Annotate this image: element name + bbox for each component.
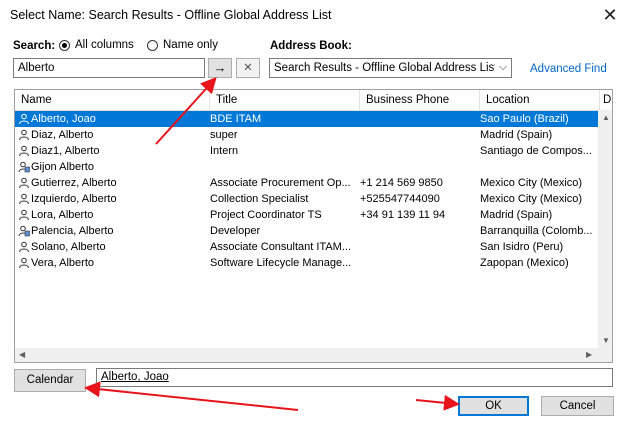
table-row[interactable]: Lora, Alberto Project Coordinator TS +34 9… — [15, 207, 598, 223]
table-row[interactable]: Vera, Alberto Software Lifecycle Manage..… — [15, 255, 598, 271]
table-row[interactable]: Diaz, Alberto super Madrid (Spain) — [15, 127, 598, 143]
table-cell-name: Gutierrez, Alberto — [31, 177, 117, 189]
table-cell-title: BDE ITAM — [210, 113, 262, 125]
table-cell-name: Palencia, Alberto — [31, 225, 114, 237]
table-cell-phone — [360, 127, 476, 143]
table-cell-location: Madrid (Spain) — [480, 209, 553, 221]
table-row[interactable]: Solano, Alberto Associate Consultant ITAM… — [15, 239, 598, 255]
table-row[interactable]: Izquierdo, Alberto Collection Specialist +… — [15, 191, 598, 207]
ok-button[interactable]: OK — [458, 396, 529, 416]
table-row[interactable]: Alberto, Joao BDE ITAM Sao Paulo (Brazil) — [15, 111, 598, 127]
scroll-down-icon[interactable]: ▼ — [602, 336, 610, 345]
arrow-right-icon: → — [213, 60, 227, 75]
address-book-value: Search Results - Offline Global Address … — [274, 62, 498, 74]
column-header-location[interactable]: Location — [480, 90, 600, 110]
person-icon — [19, 113, 29, 125]
table-cell-name: Izquierdo, Alberto — [31, 193, 117, 205]
table-cell-name: Solano, Alberto — [31, 241, 106, 253]
table-cell-phone — [360, 143, 476, 159]
table-cell-title: Developer — [210, 225, 261, 237]
table-cell-name: Diaz1, Alberto — [31, 145, 100, 157]
clear-button[interactable]: ✕ — [236, 58, 260, 78]
radio-all-columns-label: All columns — [75, 39, 134, 51]
radio-all-columns[interactable] — [59, 40, 70, 51]
table-cell-phone — [360, 239, 476, 255]
table-cell-location: Mexico City (Mexico) — [480, 177, 583, 189]
table-cell-phone — [360, 223, 476, 239]
person-icon — [19, 241, 29, 253]
table-cell-phone: +34 91 139 11 94 — [360, 209, 446, 221]
person-icon — [19, 257, 29, 269]
table-cell-title: Software Lifecycle Manage... — [210, 257, 352, 269]
table-cell-location: Barranquilla (Colomb... — [480, 225, 593, 237]
column-header-title[interactable]: Title — [210, 90, 360, 110]
table-cell-phone: +1 214 569 9850 — [360, 177, 443, 189]
scrollbar-corner — [598, 348, 612, 362]
address-book-select[interactable]: Search Results - Offline Global Address … — [269, 58, 512, 78]
list-header: Name Title Business Phone Location D — [15, 90, 612, 111]
person-icon — [19, 177, 29, 189]
table-cell-title: Associate Procurement Op... — [210, 177, 351, 189]
table-cell-phone — [360, 111, 476, 127]
table-row[interactable]: Palencia, Alberto Developer Barranquilla (… — [15, 223, 598, 239]
go-button[interactable]: → — [208, 58, 232, 78]
window-title: Select Name: Search Results - Offline Gl… — [10, 8, 332, 22]
table-row[interactable]: Diaz1, Alberto Intern Santiago de Compos..… — [15, 143, 598, 159]
room-icon — [18, 225, 30, 237]
search-input[interactable]: Alberto — [13, 58, 205, 78]
title-bar: Select Name: Search Results - Offline Gl… — [0, 0, 627, 32]
table-cell-location: San Isidro (Peru) — [480, 241, 564, 253]
address-book-label: Address Book: — [270, 40, 352, 52]
selected-recipient-value: Alberto, Joao — [101, 371, 169, 383]
clear-icon: ✕ — [243, 62, 253, 74]
table-cell-name: Lora, Alberto — [31, 209, 94, 221]
vertical-scrollbar[interactable]: ▲ ▼ — [598, 110, 612, 348]
radio-name-only-label: Name only — [163, 39, 218, 51]
table-cell-phone — [360, 255, 476, 271]
calendar-button[interactable]: Calendar — [14, 369, 86, 392]
column-header-more[interactable]: D — [600, 90, 612, 110]
advanced-find-link[interactable]: Advanced Find — [530, 63, 607, 75]
table-cell-title: Collection Specialist — [210, 193, 309, 205]
column-header-phone[interactable]: Business Phone — [360, 90, 480, 110]
table-cell-location: Madrid (Spain) — [480, 129, 553, 141]
table-cell-name: Vera, Alberto — [31, 257, 94, 269]
cancel-button[interactable]: Cancel — [541, 396, 614, 416]
table-row[interactable]: Gutierrez, Alberto Associate Procurement … — [15, 175, 598, 191]
person-icon — [19, 145, 29, 157]
table-cell-phone — [360, 159, 476, 175]
table-cell-location: Santiago de Compos... — [480, 145, 592, 157]
results-list[interactable]: Name Title Business Phone Location D Alb… — [14, 89, 613, 363]
scroll-right-icon[interactable]: ▶ — [586, 350, 592, 359]
column-header-name[interactable]: Name — [15, 90, 210, 110]
table-cell-location: Sao Paulo (Brazil) — [480, 113, 569, 125]
radio-name-only[interactable] — [147, 40, 158, 51]
person-icon — [19, 193, 29, 205]
table-cell-name: Alberto, Joao — [31, 113, 96, 125]
table-cell-title: super — [210, 129, 238, 141]
table-cell-location: Zapopan (Mexico) — [480, 257, 569, 269]
horizontal-scrollbar[interactable]: ◀ ▶ — [15, 348, 598, 362]
table-cell-phone: +525547744090 — [360, 193, 440, 205]
person-icon — [19, 129, 29, 141]
chevron-down-icon: ⌵ — [495, 59, 511, 77]
table-cell-title — [210, 159, 356, 175]
table-cell-name: Diaz, Alberto — [31, 129, 94, 141]
table-cell-location: Mexico City (Mexico) — [480, 193, 583, 205]
table-cell-title: Project Coordinator TS — [210, 209, 322, 221]
scroll-up-icon[interactable]: ▲ — [602, 113, 610, 122]
table-cell-location — [480, 159, 596, 175]
room-icon — [18, 161, 30, 173]
search-label: Search: — [13, 40, 56, 52]
close-icon[interactable]: ✕ — [598, 3, 622, 27]
annotation-arrow-calendar — [84, 381, 299, 411]
scroll-left-icon[interactable]: ◀ — [19, 350, 25, 359]
table-row[interactable]: Gijon Alberto — [15, 159, 598, 175]
table-cell-title: Intern — [210, 145, 239, 157]
annotation-arrow-ok — [415, 394, 460, 411]
table-cell-title: Associate Consultant ITAM... — [210, 241, 352, 253]
table-cell-name: Gijon Alberto — [31, 161, 94, 173]
person-icon — [19, 209, 29, 221]
selected-recipient-field[interactable]: Alberto, Joao — [96, 368, 613, 387]
